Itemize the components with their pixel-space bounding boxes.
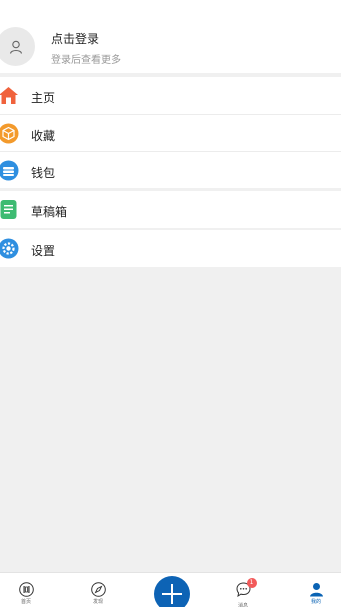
add-post-button[interactable] — [154, 576, 190, 607]
menu-label: 设置 — [31, 244, 56, 258]
tab-label: 首页 — [20, 599, 31, 605]
login-subtitle: 登录后查看更多 — [51, 55, 121, 66]
draft-icon — [0, 200, 17, 219]
menu-item-home[interactable]: 主页 — [0, 77, 341, 114]
profile-header[interactable]: 点击登录 登录后查看更多 — [0, 0, 341, 73]
box-icon — [0, 123, 19, 144]
wallet-icon — [0, 160, 19, 181]
user-outline-icon — [9, 40, 22, 54]
tab-discover[interactable]: 发现 — [86, 582, 110, 605]
compass-icon — [90, 582, 106, 597]
gear-icon — [0, 238, 19, 259]
login-title[interactable]: 点击登录 — [51, 30, 99, 47]
home-tab-icon — [18, 582, 34, 597]
home-icon — [0, 87, 18, 104]
menu-label: 收藏 — [31, 129, 56, 143]
menu-item-favorites[interactable]: 收藏 — [0, 114, 341, 151]
tab-home[interactable]: 首页 — [14, 582, 38, 605]
message-badge: 1 — [246, 578, 257, 588]
plus-icon — [162, 584, 182, 604]
tab-label: 消息 — [237, 603, 248, 607]
tab-label: 发现 — [92, 599, 103, 605]
tab-profile[interactable]: 我的 — [304, 582, 328, 605]
bottom-tab-bar: 首页 发现 1 消息 我的 — [0, 572, 341, 607]
menu-label: 草稿箱 — [31, 205, 68, 219]
menu-group-main: 主页 收藏 钱包 — [0, 77, 341, 188]
menu-group-drafts: 草稿箱 — [0, 191, 341, 228]
menu-label: 主页 — [31, 91, 56, 105]
menu-group-settings: 设置 — [0, 230, 341, 267]
menu-item-settings[interactable]: 设置 — [0, 230, 341, 267]
avatar[interactable] — [0, 27, 35, 66]
tab-label: 我的 — [310, 599, 321, 605]
tab-messages[interactable]: 1 消息 — [231, 578, 257, 607]
menu-item-drafts[interactable]: 草稿箱 — [0, 191, 341, 228]
menu-label: 钱包 — [31, 166, 56, 180]
user-icon — [309, 583, 323, 597]
menu-item-wallet[interactable]: 钱包 — [0, 151, 341, 188]
